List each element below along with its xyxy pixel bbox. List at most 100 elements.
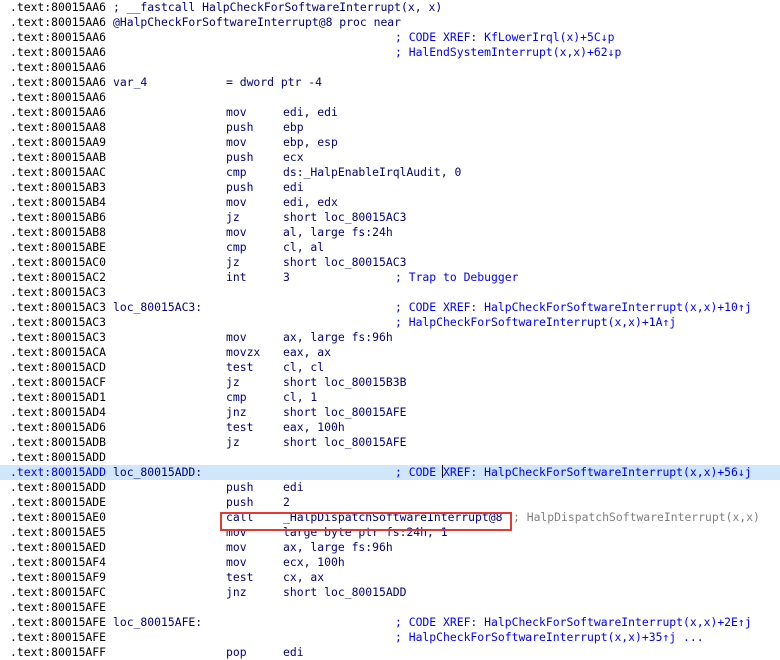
listing-line[interactable]: .text:80015AF4 mov ecx, 100h [0,555,780,570]
comment: ; Trap to Debugger [395,270,519,284]
operands[interactable]: cl, 1 [283,390,317,405]
listing-line[interactable]: .text:80015AA6 [0,90,780,105]
listing-line[interactable]: .text:80015AFE ; HalpCheckForSoftwareInte… [0,630,780,645]
listing-line[interactable]: .text:80015AA6 ; CODE XREF: KfLowerIrql(x… [0,30,780,45]
listing-line[interactable]: .text:80015AFE loc_80015AFE: ; CODE XREF: … [0,615,780,630]
code-label[interactable]: loc_80015AFE: [113,615,202,630]
operands[interactable]: cl, cl [283,360,324,375]
mnemonic: mov [226,225,247,239]
listing-line[interactable]: .text:80015ACF jz short loc_80015B3B [0,375,780,390]
listing-line[interactable]: .text:80015ADB jz short loc_80015AFE [0,435,780,450]
operands[interactable]: large byte ptr fs:24h, 1 [283,525,448,540]
listing-line[interactable]: .text:80015ADD [0,450,780,465]
listing-line[interactable]: .text:80015AC3 mov ax, large fs:96h [0,330,780,345]
listing-line[interactable]: .text:80015AC2 int 3 ; Trap to Debugger [0,270,780,285]
listing-line[interactable]: .text:80015AD1 cmp cl, 1 [0,390,780,405]
comment: ; HalpCheckForSoftwareInterrupt(x,x)+1A↑… [395,315,677,329]
call-comment: ; HalpDispatchSoftwareInterrupt(x,x) [513,510,760,524]
operands[interactable]: short loc_80015AC3 [283,255,406,270]
listing-line[interactable]: .text:80015AB4 mov edi, edx [0,195,780,210]
listing-line[interactable]: .text:80015AC3 loc_80015AC3: ; CODE XREF: … [0,300,780,315]
listing-line[interactable]: .text:80015AB3 push edi [0,180,780,195]
listing-line[interactable]: .text:80015AA6 ; __fastcall HalpCheckForS… [0,0,780,15]
listing-line[interactable]: .text:80015AA6 mov edi, edi [0,105,780,120]
address: .text:80015AC3 [10,315,107,329]
listing-line[interactable]: .text:80015ADE push 2 [0,495,780,510]
address: .text:80015AA6 [10,60,107,74]
operands[interactable]: short loc_80015AC3 [283,210,406,225]
listing-line[interactable]: .text:80015AE5 mov large byte ptr fs:24h, … [0,525,780,540]
operands[interactable]: cx, ax [283,570,324,585]
listing-line[interactable]: .text:80015AAB push ecx [0,150,780,165]
address: .text:80015AE0 [10,510,107,524]
listing-line[interactable]: .text:80015AB6 jz short loc_80015AC3 [0,210,780,225]
operands[interactable]: 2 [283,495,290,510]
listing-line[interactable]: .text:80015AFE [0,600,780,615]
mnemonic: cmp [226,240,247,254]
operands[interactable]: edi, edx [283,195,338,210]
operands[interactable]: cl, al [283,240,324,255]
operands[interactable]: edi [283,645,304,660]
listing-line[interactable]: .text:80015ACA movzx eax, ax [0,345,780,360]
code-label[interactable]: var_4 [113,75,147,90]
listing-line[interactable]: .text:80015ADD push edi [0,480,780,495]
code-label[interactable]: loc_80015AC3: [113,300,202,315]
listing-line[interactable]: .text:80015ABE cmp cl, al [0,240,780,255]
operands[interactable]: al, large fs:24h [283,225,393,240]
operands[interactable]: ax, large fs:96h [283,540,393,555]
listing-line[interactable]: .text:80015AED mov ax, large fs:96h [0,540,780,555]
address: .text:80015ACD [10,360,107,374]
listing-line[interactable]: .text:80015AA8 push ebp [0,120,780,135]
code-label[interactable]: loc_80015ADD: [113,465,202,480]
operands[interactable]: ebp [283,120,304,135]
listing-line[interactable]: .text:80015ACD test cl, cl [0,360,780,375]
address: .text:80015AED [10,540,107,554]
listing-line[interactable]: .text:80015AA6 [0,60,780,75]
operands[interactable]: eax, 100h [283,420,345,435]
listing-line[interactable]: .text:80015AAC cmp ds:_HalpEnableIrqlAudit… [0,165,780,180]
mnemonic: mov [226,525,247,539]
mnemonic: cmp [226,390,247,404]
listing-line[interactable]: .text:80015AE0 call _HalpDispatchSoftwareI… [0,510,780,525]
comment: ; CODE XREF: KfLowerIrql(x)+5C↓p [395,30,615,44]
listing-line[interactable]: .text:80015AFC jnz short loc_80015ADD [0,585,780,600]
address: .text:80015AA6 [10,0,107,14]
mnemonic: test [226,570,254,584]
listing-line[interactable]: .text:80015AA9 mov ebp, esp [0,135,780,150]
listing-line-selected[interactable]: .text:80015ADD loc_80015ADD: ; CODE XREF: … [0,465,780,480]
listing-line[interactable]: .text:80015AFF pop edi [0,645,780,660]
listing-line[interactable]: .text:80015AD4 jnz short loc_80015AFE [0,405,780,420]
mnemonic: movzx [226,345,261,359]
operands[interactable]: short loc_80015AFE [283,435,406,450]
operands[interactable]: ecx, 100h [283,555,345,570]
listing-line[interactable]: .text:80015AA6 ; HalEndSystemInterrupt(x,… [0,45,780,60]
address: .text:80015AFE [10,630,107,644]
operands[interactable]: eax, ax [283,345,331,360]
disassembly-listing[interactable]: .text:80015AA6 ; __fastcall HalpCheckForS… [0,0,780,660]
listing-line[interactable]: .text:80015AA6 @HalpCheckForSoftwareInter… [0,15,780,30]
listing-line[interactable]: .text:80015AC3 ; HalpCheckForSoftwareInte… [0,315,780,330]
operands[interactable]: ds:_HalpEnableIrqlAudit, 0 [283,165,461,180]
operands[interactable]: edi [283,180,304,195]
operands[interactable]: short loc_80015B3B [283,375,406,390]
address: .text:80015AC3 [10,300,107,314]
operands[interactable]: edi, edi [283,105,338,120]
operands[interactable]: _HalpDispatchSoftwareInterrupt@8 [283,510,502,525]
listing-line[interactable]: .text:80015AC0 jz short loc_80015AC3 [0,255,780,270]
mnemonic: mov [226,555,247,569]
operands[interactable]: ax, large fs:96h [283,330,393,345]
listing-line[interactable]: .text:80015AD6 test eax, 100h [0,420,780,435]
address: .text:80015AC0 [10,255,107,269]
mnemonic: test [226,420,254,434]
operands[interactable]: short loc_80015ADD [283,585,406,600]
operands[interactable]: ebp, esp [283,135,338,150]
listing-line[interactable]: .text:80015AA6 var_4 = dword ptr -4 [0,75,780,90]
operands[interactable]: short loc_80015AFE [283,405,406,420]
listing-line[interactable]: .text:80015AB8 mov al, large fs:24h [0,225,780,240]
operands[interactable]: 3 [283,270,290,285]
listing-line[interactable]: .text:80015AF9 test cx, ax [0,570,780,585]
operands[interactable]: edi [283,480,304,495]
listing-line[interactable]: .text:80015AC3 [0,285,780,300]
address: .text:80015AFF [10,645,107,659]
operands[interactable]: ecx [283,150,304,165]
